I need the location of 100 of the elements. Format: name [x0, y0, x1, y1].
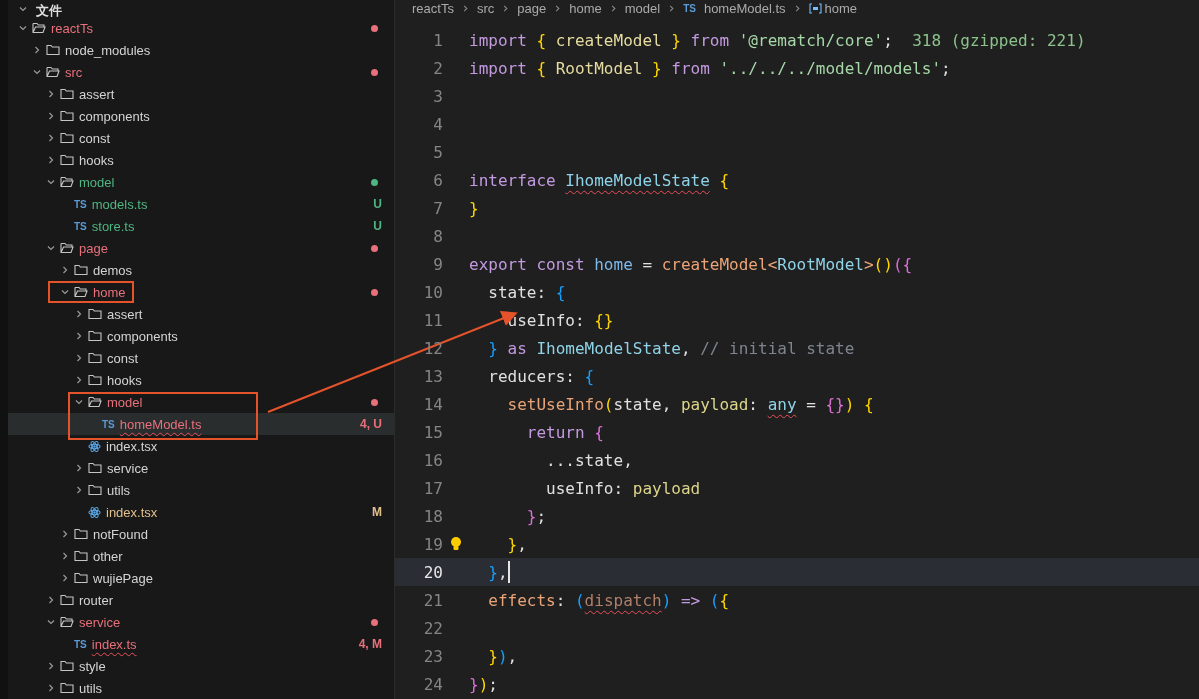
- chevron-right-icon[interactable]: [74, 331, 84, 341]
- tree-item[interactable]: TS index.ts 4, M: [8, 633, 394, 655]
- folder-icon: [60, 88, 74, 100]
- file-name: reactTs: [51, 20, 93, 36]
- file-name: index.tsx: [106, 504, 158, 520]
- chevron-right-icon[interactable]: [46, 661, 56, 671]
- chevron-down-icon[interactable]: [74, 397, 84, 407]
- code-line: effects: (dispatch) => ({: [487, 589, 730, 612]
- tree-item[interactable]: style: [8, 655, 394, 677]
- tree-item[interactable]: TS store.ts U: [8, 215, 394, 237]
- tree-item[interactable]: hooks: [8, 369, 394, 391]
- file-name: page: [79, 240, 108, 256]
- chevron-right-icon[interactable]: [74, 309, 84, 319]
- file-name: const: [107, 350, 139, 366]
- chevron-right-icon[interactable]: [46, 155, 56, 165]
- breadcrumb[interactable]: model: [624, 0, 661, 16]
- tree-item[interactable]: TS homeModel.ts 4, U: [8, 413, 394, 435]
- tree-item[interactable]: const: [8, 127, 394, 149]
- tree-item[interactable]: service: [8, 457, 394, 479]
- line-number: 18: [422, 506, 443, 526]
- tree-item[interactable]: service: [8, 611, 394, 633]
- line-number: 3: [432, 86, 443, 106]
- chevron-right-icon[interactable]: [46, 111, 56, 121]
- tree-item[interactable]: notFound: [8, 523, 394, 545]
- chevron-right-icon[interactable]: [60, 573, 70, 583]
- breadcrumb[interactable]: reactTs: [412, 0, 454, 16]
- line-number: 24: [422, 674, 443, 694]
- typescript-file-icon: TS: [102, 418, 115, 430]
- line-number: 7: [432, 198, 443, 218]
- chevron-down-icon[interactable]: [46, 177, 56, 187]
- tree-item[interactable]: components: [8, 105, 394, 127]
- chevron-right-icon[interactable]: [46, 595, 56, 605]
- line-number: 11: [422, 310, 443, 330]
- chevron-right-icon[interactable]: [32, 45, 42, 55]
- chevron-right-icon[interactable]: [46, 89, 56, 99]
- folder-icon: [74, 550, 88, 562]
- git-status: U: [373, 197, 382, 211]
- breadcrumb[interactable]: home: [824, 0, 858, 16]
- tree-item[interactable]: utils: [8, 677, 394, 699]
- breadcrumb[interactable]: homeModel.ts: [703, 0, 786, 16]
- chevron-down-icon[interactable]: [46, 243, 56, 253]
- chevron-down-icon[interactable]: [32, 67, 42, 77]
- tree-item[interactable]: src: [8, 61, 394, 83]
- code-line: useInfo: payload: [545, 477, 701, 500]
- code-line: interface IhomeModelState {: [469, 169, 730, 192]
- file-name: models.ts: [91, 196, 148, 212]
- tree-item[interactable]: other: [8, 545, 394, 567]
- line-number: 1: [432, 30, 443, 50]
- code-line: };: [525, 505, 547, 528]
- chevron-right-icon[interactable]: [74, 375, 84, 385]
- tree-item[interactable]: reactTs: [8, 17, 394, 39]
- tree-item[interactable]: home: [8, 281, 394, 303]
- typescript-file-icon: TS: [74, 220, 87, 232]
- chevron-right-icon[interactable]: [60, 529, 70, 539]
- file-name: wujiePage: [93, 570, 153, 586]
- tree-item[interactable]: utils: [8, 479, 394, 501]
- tree-item[interactable]: const: [8, 347, 394, 369]
- tree-item[interactable]: page: [8, 237, 394, 259]
- chevron-right-icon[interactable]: [60, 551, 70, 561]
- code-line: ...state,: [545, 449, 633, 472]
- breadcrumb[interactable]: page: [517, 0, 547, 16]
- tree-item[interactable]: model: [8, 391, 394, 413]
- tree-item[interactable]: router: [8, 589, 394, 611]
- line-number: 22: [422, 618, 443, 638]
- tree-item[interactable]: assert: [8, 83, 394, 105]
- code-line: });: [469, 673, 498, 696]
- code-line: }),: [487, 645, 518, 668]
- lightbulb-icon[interactable]: [450, 536, 462, 552]
- tree-item[interactable]: index.tsx M: [8, 501, 394, 523]
- chevron-right-icon[interactable]: [46, 133, 56, 143]
- file-name: hooks: [107, 372, 142, 388]
- tree-item[interactable]: TS models.ts U: [8, 193, 394, 215]
- file-name: style: [79, 658, 106, 674]
- line-number: 9: [432, 254, 443, 274]
- tree-item[interactable]: model: [8, 171, 394, 193]
- tree-item[interactable]: node_modules: [8, 39, 394, 61]
- file-name: demos: [93, 262, 133, 278]
- file-name: utils: [107, 482, 131, 498]
- chevron-right-icon[interactable]: [74, 485, 84, 495]
- chevron-down-icon[interactable]: [60, 287, 70, 297]
- folder-icon: [60, 660, 74, 672]
- chevron-right-icon[interactable]: [60, 265, 70, 275]
- chevron-right-icon[interactable]: [74, 353, 84, 363]
- tree-item[interactable]: demos: [8, 259, 394, 281]
- folder-icon: [74, 572, 88, 584]
- code-line: }: [469, 197, 479, 220]
- breadcrumb[interactable]: home: [569, 0, 602, 16]
- tree-item[interactable]: hooks: [8, 149, 394, 171]
- chevron-right-icon[interactable]: [46, 683, 56, 693]
- chevron-right-icon[interactable]: [74, 463, 84, 473]
- chevron-right-icon: [667, 3, 677, 13]
- tree-item[interactable]: index.tsx: [8, 435, 394, 457]
- chevron-down-icon[interactable]: [46, 617, 56, 627]
- file-name: store.ts: [91, 218, 135, 234]
- tree-item[interactable]: assert: [8, 303, 394, 325]
- breadcrumb[interactable]: src: [476, 0, 495, 16]
- folder-icon: [74, 528, 88, 540]
- line-number: 19: [422, 534, 443, 554]
- tree-item[interactable]: components: [8, 325, 394, 347]
- tree-item[interactable]: wujiePage: [8, 567, 394, 589]
